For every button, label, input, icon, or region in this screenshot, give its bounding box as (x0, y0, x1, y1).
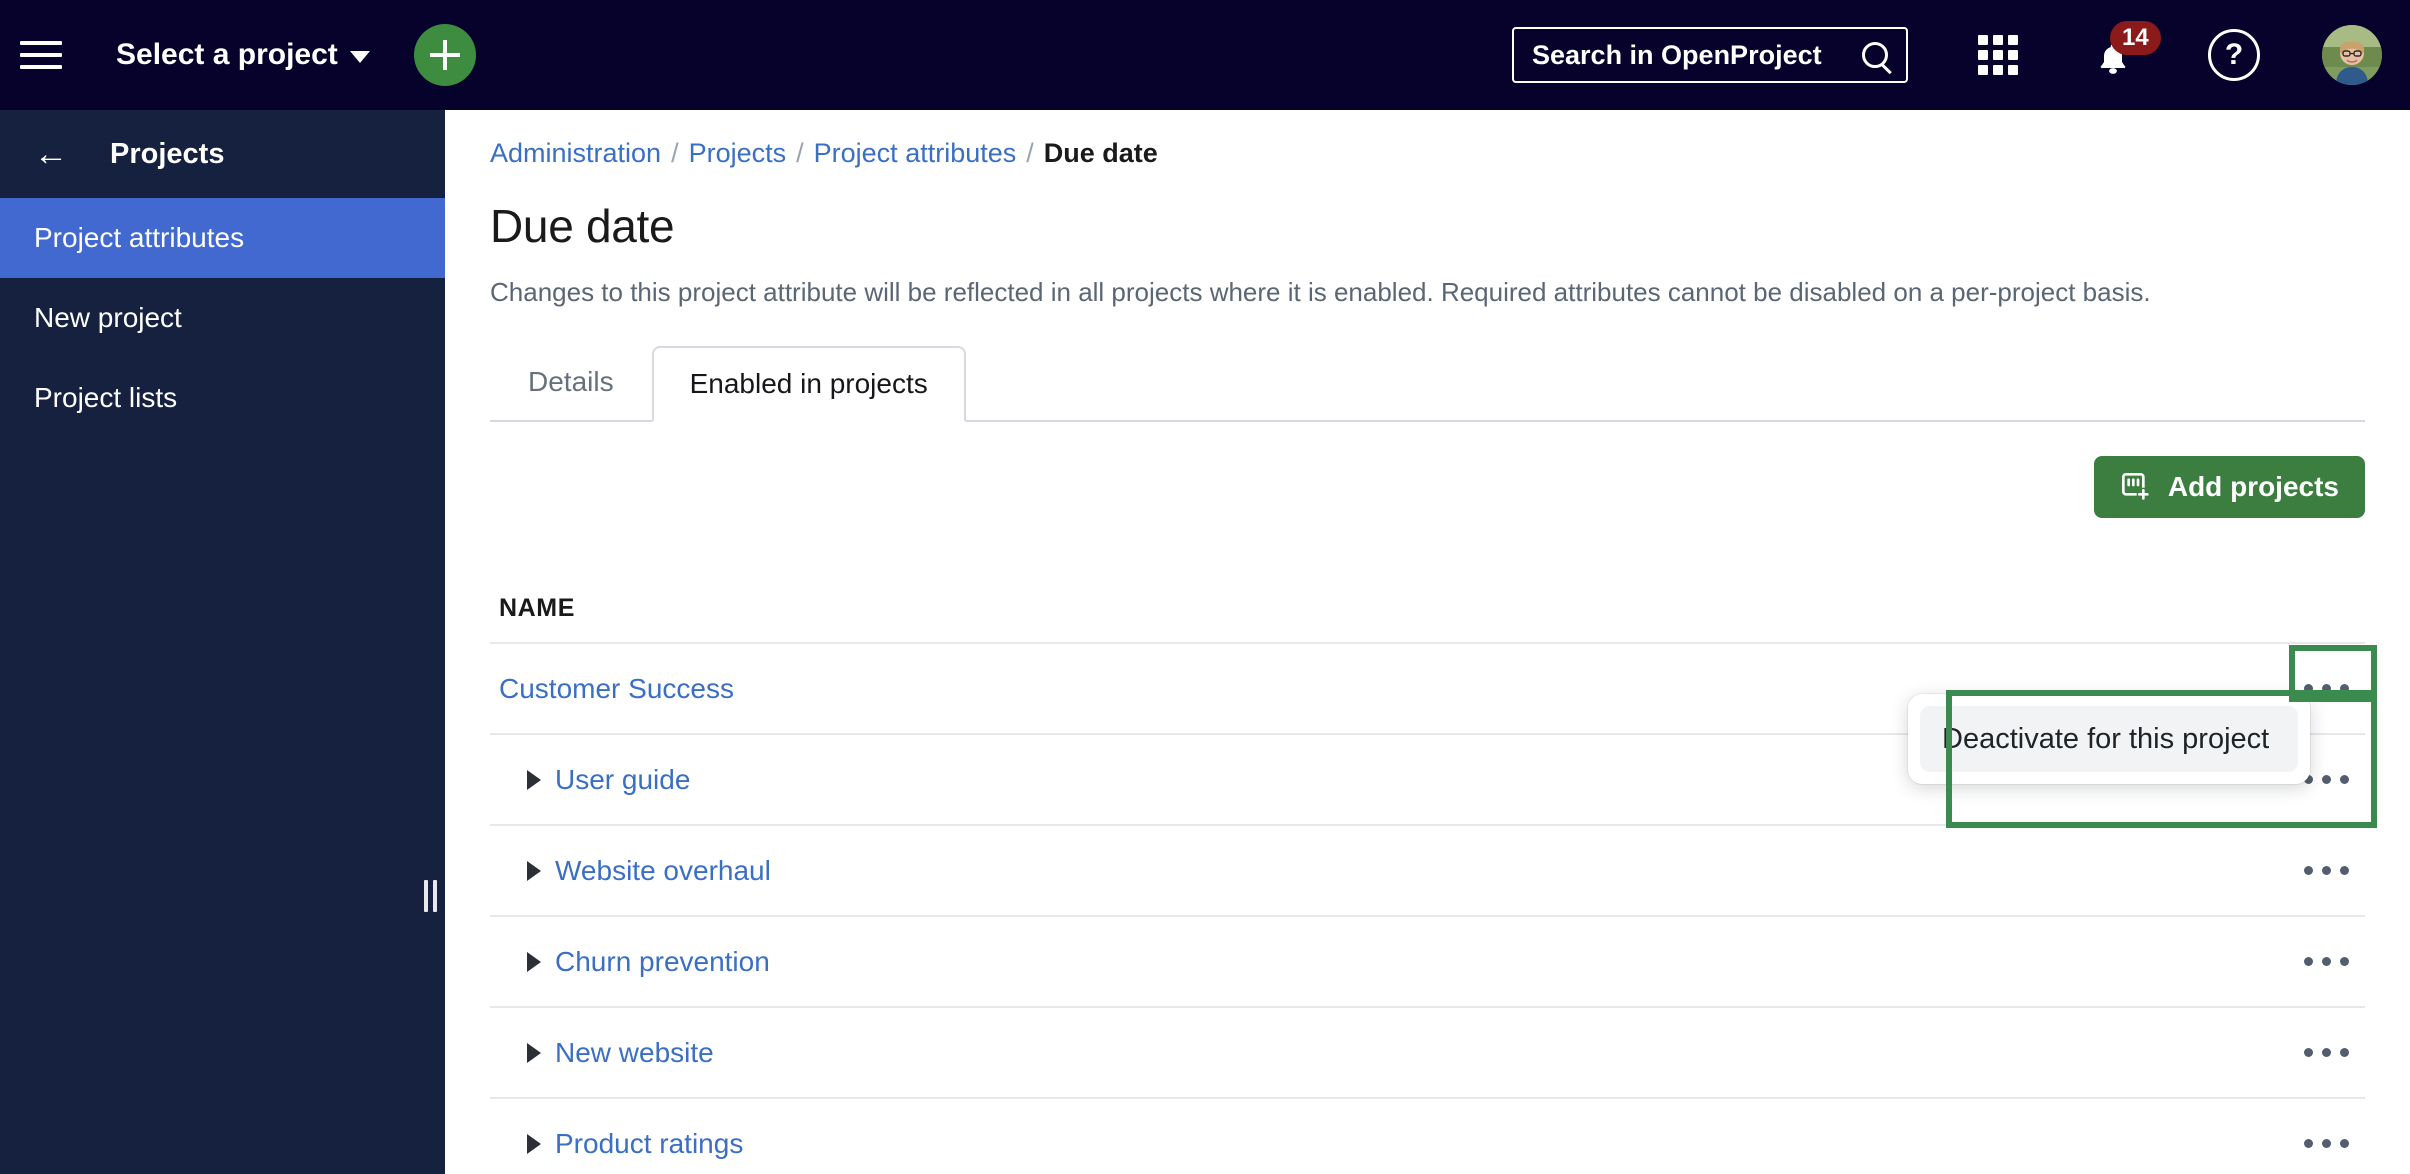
table-row: New website (490, 1008, 2365, 1099)
project-cell: Churn prevention (499, 946, 770, 978)
sidebar-item-label: Project lists (34, 382, 178, 413)
project-cell: User guide (499, 764, 690, 796)
tab-label: Enabled in projects (689, 368, 928, 399)
table-header: NAME (490, 574, 2365, 644)
chevron-down-icon (349, 51, 370, 63)
row-menu-button[interactable] (2287, 1030, 2365, 1076)
expand-triangle-icon[interactable] (527, 860, 541, 881)
help-circle-icon[interactable]: ? (2208, 29, 2260, 81)
breadcrumb-item-projects[interactable]: Projects (689, 138, 787, 169)
expand-triangle-icon[interactable] (527, 769, 541, 790)
breadcrumb-item-current: Due date (1043, 138, 1158, 168)
add-project-icon (2121, 473, 2150, 501)
column-header-name: NAME (499, 593, 576, 622)
row-menu-button[interactable] (2287, 1121, 2365, 1167)
sidebar-back-header[interactable]: ← Projects (0, 110, 445, 198)
project-cell: Product ratings (499, 1128, 743, 1160)
expand-triangle-icon[interactable] (527, 1133, 541, 1154)
menu-item-label: Deactivate for this project (1942, 722, 2270, 755)
breadcrumb: Administration / Projects / Project attr… (490, 138, 2365, 169)
avatar-photo (2322, 25, 2382, 85)
project-link[interactable]: Product ratings (555, 1128, 743, 1160)
tab-details[interactable]: Details (490, 344, 652, 420)
breadcrumb-item-administration[interactable]: Administration (490, 138, 661, 169)
breadcrumb-item-project-attributes[interactable]: Project attributes (814, 138, 1017, 169)
breadcrumb-separator: / (796, 138, 804, 168)
project-selector-button[interactable]: Select a project (116, 38, 370, 72)
help-glyph: ? (2224, 38, 2244, 71)
projects-table: NAME Customer Success User guide Website… (490, 574, 2365, 1174)
tab-label: Details (528, 366, 614, 397)
row-context-menu: Deactivate for this project (1908, 694, 2310, 784)
tab-enabled-in-projects[interactable]: Enabled in projects (651, 346, 966, 422)
header-actions: Search in OpenProject 14 ? (1512, 21, 2410, 85)
sidebar-item-project-attributes[interactable]: Project attributes (0, 198, 445, 278)
project-cell: New website (499, 1037, 714, 1069)
main-content: Administration / Projects / Project attr… (445, 110, 2410, 1174)
sidebar-resize-handle[interactable] (424, 880, 438, 912)
sidebar-item-new-project[interactable]: New project (0, 278, 445, 358)
notifications-button[interactable]: 14 (2088, 21, 2161, 81)
project-selector-label: Select a project (116, 38, 338, 71)
tab-bar: Details Enabled in projects (490, 344, 2365, 422)
project-cell: Website overhaul (499, 855, 771, 887)
project-link[interactable]: New website (555, 1037, 714, 1069)
arrow-left-icon: ← (34, 135, 68, 173)
menu-item-deactivate-for-this-project[interactable]: Deactivate for this project (1920, 706, 2298, 772)
project-link[interactable]: Churn prevention (555, 946, 770, 978)
table-row: Product ratings (490, 1099, 2365, 1174)
project-link[interactable]: User guide (555, 764, 690, 796)
project-link[interactable]: Customer Success (499, 673, 734, 705)
notification-count-badge: 14 (2110, 21, 2161, 55)
top-header: Select a project Search in OpenProject 1… (0, 0, 2410, 110)
add-projects-label: Add projects (2167, 471, 2339, 502)
global-add-button[interactable] (413, 24, 476, 86)
sidebar: ← Projects Project attributes New projec… (0, 110, 445, 1174)
search-placeholder: Search in OpenProject (1532, 39, 1822, 70)
sidebar-title: Projects (110, 137, 225, 170)
search-input[interactable]: Search in OpenProject (1512, 27, 1908, 83)
avatar[interactable] (2322, 25, 2382, 85)
expand-triangle-icon[interactable] (527, 951, 541, 972)
expand-triangle-icon[interactable] (527, 1042, 541, 1063)
row-menu-button[interactable] (2287, 848, 2365, 894)
sidebar-item-label: New project (34, 302, 182, 333)
toolbar: Add projects (490, 422, 2365, 552)
search-icon (1862, 42, 1888, 68)
table-row: Website overhaul (490, 826, 2365, 917)
page-description: Changes to this project attribute will b… (490, 277, 2151, 307)
hamburger-icon[interactable] (20, 38, 64, 72)
sidebar-item-label: Project attributes (34, 222, 245, 253)
row-menu-button[interactable] (2287, 939, 2365, 985)
sidebar-item-project-lists[interactable]: Project lists (0, 358, 445, 438)
breadcrumb-separator: / (1026, 138, 1034, 168)
project-link[interactable]: Website overhaul (555, 855, 771, 887)
modules-grid-icon[interactable] (1978, 35, 2018, 75)
table-row: Churn prevention (490, 917, 2365, 1008)
page-title: Due date (490, 200, 675, 252)
add-projects-button[interactable]: Add projects (2093, 456, 2365, 518)
breadcrumb-separator: / (671, 138, 679, 168)
